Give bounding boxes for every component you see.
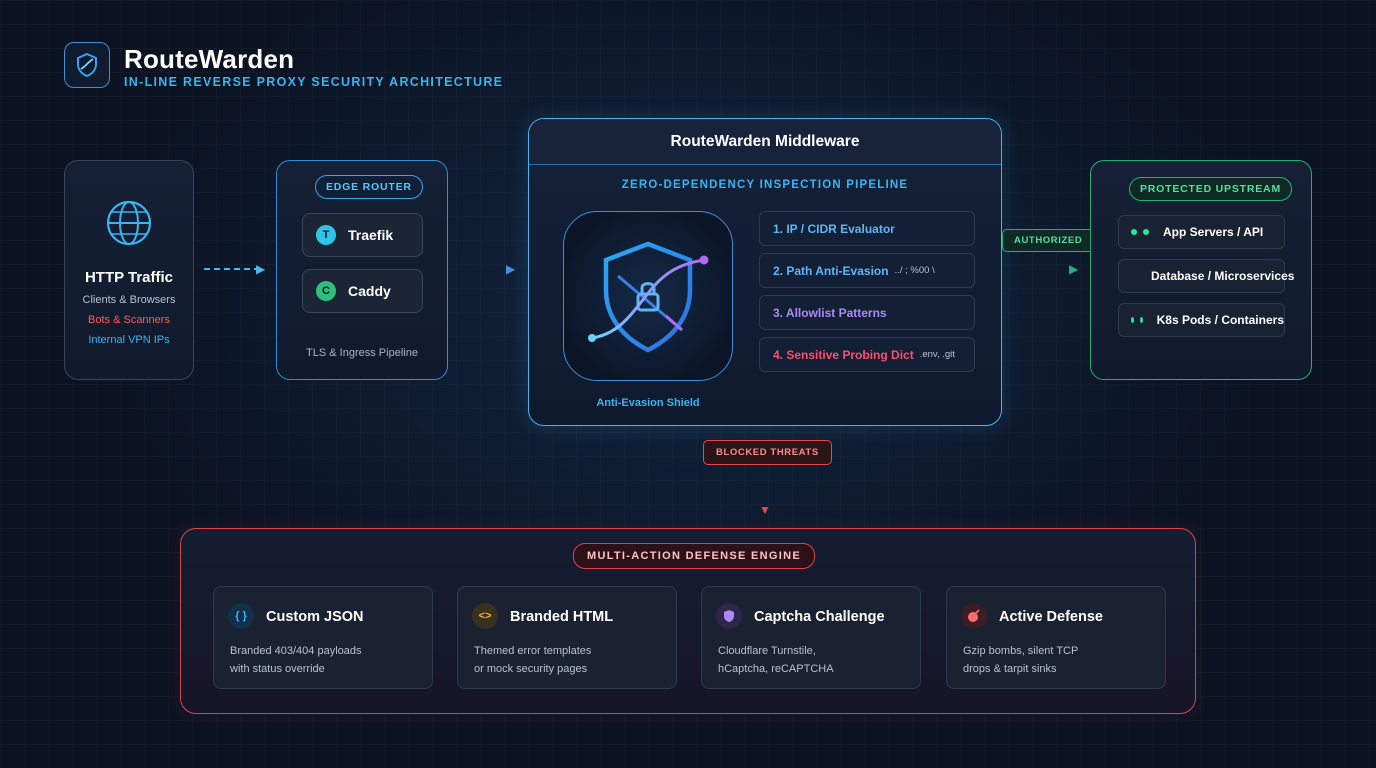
traffic-source-line: Clients & Browsers: [82, 294, 176, 306]
pipeline-step: 2. Path Anti-Evasion ../ ; %00 \: [759, 253, 975, 288]
edge-router-card: EDGE ROUTER T Traefik C Caddy TLS & Ingr…: [276, 160, 448, 380]
defense-card: Captcha Challenge Cloudflare Turnstile, hC…: [701, 586, 921, 689]
code-icon: <>: [472, 603, 498, 629]
defense-card-title: Captcha Challenge: [754, 609, 885, 625]
http-traffic-title: HTTP Traffic: [84, 269, 174, 286]
upstream-label: PROTECTED UPSTREAM: [1129, 177, 1292, 201]
pipeline-step: 3. Allowlist Patterns: [759, 295, 975, 330]
caddy-badge-icon: C: [316, 281, 336, 301]
shield-label: Anti-Evasion Shield: [596, 397, 700, 409]
edge-router-label: EDGE ROUTER: [315, 175, 423, 199]
defense-card-line: with status override: [230, 663, 325, 675]
shield-lock-icon: [588, 241, 709, 353]
pipeline-step-label: 3. Allowlist Patterns: [773, 305, 887, 320]
middleware-subtitle: ZERO-DEPENDENCY INSPECTION PIPELINE: [621, 179, 909, 191]
upstream-item: App Servers / API: [1118, 215, 1285, 249]
middleware-panel: RouteWarden Middleware ZERO-DEPENDENCY I…: [528, 118, 1002, 426]
upstream-item-label: App Servers / API: [1163, 225, 1264, 239]
defense-card-title: Branded HTML: [510, 609, 614, 625]
router-item-label: Caddy: [348, 283, 391, 299]
authorized-tag: AUTHORIZED: [1002, 229, 1095, 252]
router-item-traefik: T Traefik: [302, 213, 423, 257]
upstream-item: K8s Pods / Containers: [1118, 303, 1285, 337]
defense-card-line: drops & tarpit sinks: [963, 663, 1057, 675]
pipeline-step-label: 1. IP / CIDR Evaluator: [773, 221, 895, 236]
defense-card-title: Custom JSON: [266, 609, 364, 625]
page-subtitle: IN-LINE REVERSE PROXY SECURITY ARCHITECT…: [124, 75, 504, 89]
defense-card-description: Branded 403/404 payloads with status over…: [230, 642, 362, 678]
defense-card: Active Defense Gzip bombs, silent TCP drop…: [946, 586, 1166, 689]
upstream-item: Database / Microservices: [1118, 259, 1294, 293]
defense-card-line: or mock security pages: [474, 663, 588, 675]
globe-icon: [106, 200, 152, 246]
router-item-caddy: C Caddy: [302, 269, 423, 313]
arrow-down-icon: ▼: [759, 503, 771, 517]
defense-card-line: Gzip bombs, silent TCP: [963, 645, 1079, 657]
shield-logo-icon: [77, 52, 97, 78]
logo: [64, 42, 110, 88]
arrow-right-icon: ▶: [506, 262, 516, 276]
protected-upstream-card: PROTECTED UPSTREAM App Servers / API Data…: [1090, 160, 1312, 380]
defense-engine-label: MULTI-ACTION DEFENSE ENGINE: [573, 543, 815, 569]
blocked-threats-tag: BLOCKED THREATS: [703, 440, 832, 465]
defense-card: { } Custom JSON Branded 403/404 payloads wi…: [213, 586, 433, 689]
anti-evasion-shield: [563, 211, 733, 381]
upstream-item-label: Database / Microservices: [1151, 269, 1295, 283]
arrow-right-icon: ▶: [256, 262, 266, 276]
defense-card-description: Gzip bombs, silent TCP drops & tarpit sin…: [963, 642, 1078, 678]
status-dot-icon: [1131, 229, 1137, 235]
pipeline-step-label: 2. Path Anti-Evasion: [773, 263, 889, 278]
traffic-source-line: Bots & Scanners: [88, 314, 170, 326]
status-dot-icon: [1131, 317, 1134, 323]
defense-card-title: Active Defense: [999, 609, 1103, 625]
defense-card-line: Branded 403/404 payloads: [230, 645, 362, 657]
router-item-label: Traefik: [348, 227, 394, 243]
status-dot-icon: [1139, 317, 1143, 323]
shield-badge-icon: [716, 603, 742, 629]
traefik-badge-icon: T: [316, 225, 336, 245]
defense-card-description: Cloudflare Turnstile, hCaptcha, reCAPTCHA: [718, 642, 834, 678]
traffic-dashed-connector: [204, 268, 260, 270]
edge-router-footer: TLS & Ingress Pipeline: [306, 347, 418, 359]
defense-card-line: Cloudflare Turnstile,: [718, 645, 816, 657]
arrow-right-icon: ▶: [1069, 262, 1079, 276]
status-dot-icon: [1143, 229, 1149, 235]
defense-engine-panel: MULTI-ACTION DEFENSE ENGINE { } Custom JS…: [180, 528, 1196, 714]
upstream-item-label: K8s Pods / Containers: [1156, 313, 1284, 327]
pipeline-step: 4. Sensitive Probing Dict .env, .git: [759, 337, 975, 372]
defense-card-line: hCaptcha, reCAPTCHA: [718, 663, 834, 675]
defense-card-line: Themed error templates: [474, 645, 592, 657]
pipeline-step-label: 4. Sensitive Probing Dict: [773, 347, 914, 362]
braces-icon: { }: [228, 603, 254, 629]
bomb-icon: [961, 603, 987, 629]
http-traffic-card: HTTP Traffic Clients & Browsers Bots & Sc…: [64, 160, 194, 380]
pipeline-step-hint: .env, .git: [919, 349, 955, 360]
defense-card-description: Themed error templates or mock security p…: [474, 642, 591, 678]
pipeline-step-hint: ../ ; %00 \: [894, 265, 935, 276]
defense-card: <> Branded HTML Themed error templates or m…: [457, 586, 677, 689]
pipeline-step: 1. IP / CIDR Evaluator: [759, 211, 975, 246]
traffic-source-line: Internal VPN IPs: [88, 334, 170, 346]
middleware-title: RouteWarden Middleware: [529, 119, 1001, 165]
page-title: RouteWarden: [124, 44, 295, 74]
